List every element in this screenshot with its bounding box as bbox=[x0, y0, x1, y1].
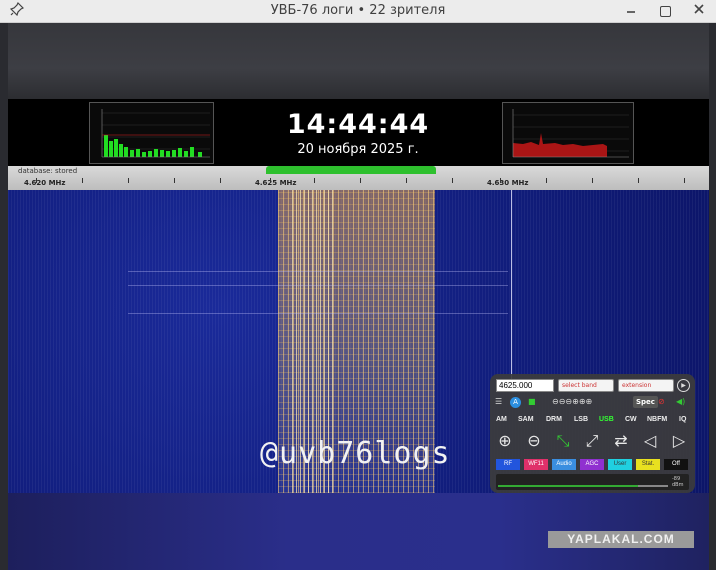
scale-tick bbox=[174, 178, 175, 183]
s-meter-rest bbox=[638, 485, 668, 487]
scale-tick bbox=[220, 178, 221, 183]
s-meter[interactable]: -89 dBm bbox=[496, 474, 689, 490]
stream-clock: 14:44:44 bbox=[286, 109, 430, 140]
mode-lsb[interactable]: LSB bbox=[574, 414, 588, 425]
play-icon[interactable]: ▶ bbox=[677, 379, 690, 392]
blurred-background-top bbox=[8, 23, 709, 99]
extension-select[interactable]: extension bbox=[618, 379, 674, 392]
dbm-readout: -89 dBm bbox=[672, 476, 684, 488]
waterfall-line bbox=[128, 271, 508, 272]
mode-iq[interactable]: IQ bbox=[679, 414, 686, 425]
mode-usb[interactable]: USB bbox=[599, 414, 614, 425]
frequency-input[interactable]: 4625.000 bbox=[496, 379, 554, 392]
speaker-icon[interactable]: ◀) bbox=[676, 396, 685, 408]
signal-bar-chart bbox=[89, 102, 214, 164]
menu-icon[interactable]: ☰ bbox=[495, 396, 502, 408]
window-titlebar: УВБ-76 логи • 22 зрителя bbox=[0, 0, 716, 23]
scale-tick bbox=[270, 178, 271, 183]
zoom-in-icon[interactable]: ⊕ bbox=[494, 431, 516, 451]
video-player[interactable]: 14:44:44 20 ноября 2025 г. database: sto… bbox=[8, 23, 709, 570]
stream-date: 20 ноября 2025 г. bbox=[297, 142, 419, 157]
shrink-icon[interactable]: ⤡ bbox=[552, 431, 574, 451]
scale-tick bbox=[406, 178, 407, 183]
scale-tick bbox=[638, 178, 639, 183]
rf-button[interactable]: RF bbox=[496, 459, 520, 470]
window-title: УВБ-76 логи • 22 зрителя bbox=[270, 3, 446, 18]
receiver-control-panel: 4625.000 select band extension ▶ ☰ A ■ ⊖… bbox=[490, 374, 695, 493]
scale-tick bbox=[452, 178, 453, 183]
close-icon[interactable] bbox=[690, 2, 708, 20]
scale-tick bbox=[500, 178, 501, 183]
site-watermark: YAPLAKAL.COM bbox=[548, 531, 694, 548]
channel-watermark: @uvb76logs bbox=[260, 436, 451, 471]
freq-label-2: 4.625 MHz bbox=[255, 179, 297, 187]
next-icon[interactable]: ▷ bbox=[668, 431, 690, 451]
mode-cw[interactable]: CW bbox=[625, 414, 637, 425]
scale-tick bbox=[684, 178, 685, 183]
audio-button[interactable]: Audio bbox=[552, 459, 576, 470]
mode-am[interactable]: AM bbox=[496, 414, 507, 425]
waterfall-line bbox=[128, 285, 508, 286]
scale-tick bbox=[128, 178, 129, 183]
expand-icon[interactable]: ⤢ bbox=[581, 431, 603, 451]
s-meter-level bbox=[498, 485, 638, 487]
zoom-out-icon[interactable]: ⊖ bbox=[523, 431, 545, 451]
mute-icon[interactable]: ⊘ bbox=[658, 396, 665, 408]
passband-indicator[interactable] bbox=[266, 166, 436, 174]
scale-tick bbox=[592, 178, 593, 183]
scale-tick bbox=[546, 178, 547, 183]
zoom-controls[interactable]: ⊖⊖⊖⊕⊕⊕ bbox=[552, 396, 592, 408]
freq-label-1: 4.620 MHz bbox=[24, 179, 66, 187]
off-button[interactable]: Off bbox=[664, 459, 688, 470]
prev-icon[interactable]: ◁ bbox=[639, 431, 661, 451]
auto-icon[interactable]: A bbox=[510, 397, 521, 408]
mode-nbfm[interactable]: NBFM bbox=[647, 414, 667, 425]
agc-button[interactable]: AGC bbox=[580, 459, 604, 470]
spectrum-mini-chart bbox=[502, 102, 634, 164]
maximize-icon[interactable] bbox=[656, 2, 674, 20]
chat-icon[interactable]: ■ bbox=[528, 396, 536, 408]
scale-tick bbox=[82, 178, 83, 183]
scale-tick bbox=[360, 178, 361, 183]
database-label: database: stored bbox=[18, 167, 78, 175]
band-select[interactable]: select band bbox=[558, 379, 614, 392]
swap-icon[interactable]: ⇄ bbox=[610, 431, 632, 451]
stat-button[interactable]: Stat. bbox=[636, 459, 660, 470]
mode-sam[interactable]: SAM bbox=[518, 414, 534, 425]
tuning-cursor bbox=[511, 190, 512, 380]
user-button[interactable]: User bbox=[608, 459, 632, 470]
mode-drm[interactable]: DRM bbox=[546, 414, 562, 425]
scale-tick bbox=[36, 178, 37, 183]
freq-label-3: 4.630 MHz bbox=[487, 179, 529, 187]
wf-button[interactable]: WF11 bbox=[524, 459, 548, 470]
scale-tick bbox=[314, 178, 315, 183]
minimize-icon[interactable] bbox=[622, 2, 640, 20]
spec-button[interactable]: Spec bbox=[633, 396, 658, 408]
waterfall-line bbox=[128, 313, 508, 314]
